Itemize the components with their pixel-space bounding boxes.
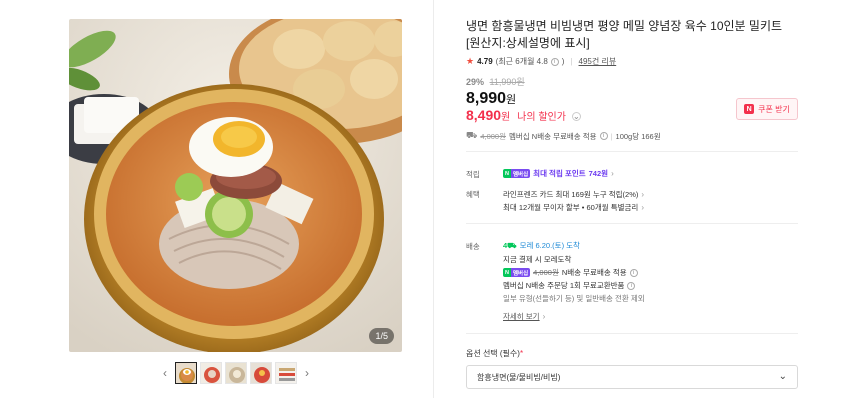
chevron-right-icon: › — [611, 169, 614, 178]
truck-icon: ⛟ — [466, 130, 478, 140]
benefit-installment-text: 최대 12개월 무이자 할부 • 60개월 특별금리 — [503, 203, 639, 212]
benefits-label: 혜택 — [466, 190, 480, 199]
section-divider — [466, 223, 798, 224]
image-counter: 1/5 — [369, 328, 394, 344]
delivery-line-3: N 멤버십 4,000원 N배송 무료배송 적용 i — [503, 267, 638, 278]
thumbnail-5[interactable] — [275, 362, 297, 384]
benefit-card-text: 라인프렌즈 카드 최대 169원 누구 적립(2%) — [503, 190, 639, 199]
star-icon: ★ — [466, 56, 475, 66]
shipping-summary: ⛟ 4,000원 멤버십 N배송 무료배송 적용 i | 100g당 166원 — [466, 130, 661, 142]
details-link-text: 자세히 보기 — [503, 312, 540, 321]
chevron-down-icon: ⌄ — [778, 371, 787, 382]
rating-recent-close: ) — [561, 57, 565, 66]
thumbnail-1[interactable] — [175, 362, 197, 384]
option-label: 옵션 선택 (필수)* — [466, 348, 523, 359]
my-price-label: 나의 할인가 — [517, 112, 566, 123]
points-row[interactable]: N 멤버십 최대 적립 포인트 742원 › — [503, 168, 614, 179]
shipping-strike-price: 4,000원 — [480, 131, 506, 141]
delivery-details-link[interactable]: 자세히 보기 › — [503, 311, 545, 322]
thumbnail-3[interactable] — [225, 362, 247, 384]
discount-percent: 29% — [466, 77, 485, 87]
info-icon[interactable]: i — [629, 268, 638, 277]
coupon-label: 쿠폰 받기 — [758, 104, 790, 114]
chevron-right-icon: › — [641, 203, 644, 212]
delivery-label: 배송 — [466, 242, 480, 251]
thumb-next-chevron-icon[interactable]: › — [300, 361, 314, 385]
divider: | — [610, 131, 613, 141]
product-title: 냉면 함흥물냉면 비빔냉면 평양 메밀 양념장 육수 10인분 밀키트 [원산지… — [466, 19, 783, 50]
naengmyeon-photo — [69, 19, 402, 352]
coupon-button[interactable]: N 쿠폰 받기 — [736, 98, 798, 120]
chevron-right-icon: › — [641, 190, 645, 199]
chevron-down-icon[interactable]: ⌄ — [571, 111, 581, 121]
delivery-line-2: 지금 결제 시 모레도착 — [503, 255, 572, 264]
original-price: 11,990원 — [489, 77, 525, 87]
benefit-line-2[interactable]: 최대 12개월 무이자 할부 • 60개월 특별금리 › — [503, 202, 644, 213]
thumb-prev-chevron-icon[interactable]: ‹ — [158, 361, 172, 385]
sale-price-value: 8,990 — [466, 90, 507, 107]
delivery-strike-price: 4,000원 — [533, 268, 559, 277]
delivery-return-text: 멤버십 N배송 주문당 1회 무료교환반품 — [503, 281, 625, 290]
points-text: 최대 적립 포인트 — [533, 169, 586, 178]
rating-score: 4.79 — [477, 57, 493, 66]
option-select[interactable]: 함흥냉면(물/물비빔/비빔) ⌄ — [466, 365, 798, 389]
benefit-line-1[interactable]: 라인프렌즈 카드 최대 169원 누구 적립(2%) › — [503, 189, 644, 200]
discount-row: 29% 11,990원 — [466, 75, 525, 88]
npay-membership-badge: N 멤버십 — [503, 169, 531, 178]
sale-price: 8,990원 — [466, 90, 516, 108]
npay-membership-badge: N 멤버십 — [503, 268, 531, 277]
divider: | — [570, 57, 573, 66]
delivery-line-4: 멤버십 N배송 주문당 1회 무료교환반품 i — [503, 280, 636, 291]
column-divider — [433, 0, 434, 398]
thumbnail-strip: ‹ › — [158, 361, 314, 385]
info-icon[interactable]: i — [550, 57, 559, 66]
my-price-value: 8,490 — [466, 107, 502, 123]
thumbnail-4[interactable] — [250, 362, 272, 384]
review-link[interactable]: 495건 리뷰 — [579, 56, 617, 67]
section-divider — [466, 333, 798, 334]
info-icon[interactable]: i — [599, 132, 608, 140]
my-price-unit: 원 — [501, 112, 511, 123]
my-discount-price[interactable]: 8,490원 나의 할인가 ⌄ — [466, 107, 581, 123]
info-icon[interactable]: i — [627, 281, 636, 290]
sale-price-unit: 원 — [506, 94, 517, 106]
unit-price: 100g당 166원 — [615, 131, 661, 141]
delivery-arrival[interactable]: 4⛟ 모레 6.20.(토) 도착 — [503, 240, 580, 251]
chevron-right-icon: › — [542, 312, 546, 321]
delivery-free-text: N배송 무료배송 적용 — [561, 268, 627, 277]
option-selected-value: 함흥냉면(물/물비빔/비빔) — [477, 372, 561, 382]
option-label-text: 옵션 선택 (필수) — [466, 349, 520, 358]
fast-delivery-badge: 4⛟ — [503, 240, 517, 250]
thumbnail-2[interactable] — [200, 362, 222, 384]
product-main-image[interactable]: 1/5 — [69, 19, 402, 352]
delivery-line-5: 일부 유형(선들하기 등) 및 일반배송 전환 제외 — [503, 294, 645, 303]
shipping-text: 멤버십 N배송 무료배송 적용 — [509, 131, 597, 141]
rating-recent: (최근 6개월 4.8 — [495, 57, 548, 66]
points-amount: 742원 — [588, 169, 609, 178]
arrival-date: 모레 6.20.(토) 도착 — [519, 241, 580, 250]
rating-row: ★ 4.79 (최근 6개월 4.8 i) | 495건 리뷰 — [466, 56, 616, 67]
naver-n-icon: N — [744, 104, 755, 114]
points-label: 적립 — [466, 170, 480, 179]
section-divider — [466, 151, 798, 152]
required-mark: * — [519, 349, 524, 358]
